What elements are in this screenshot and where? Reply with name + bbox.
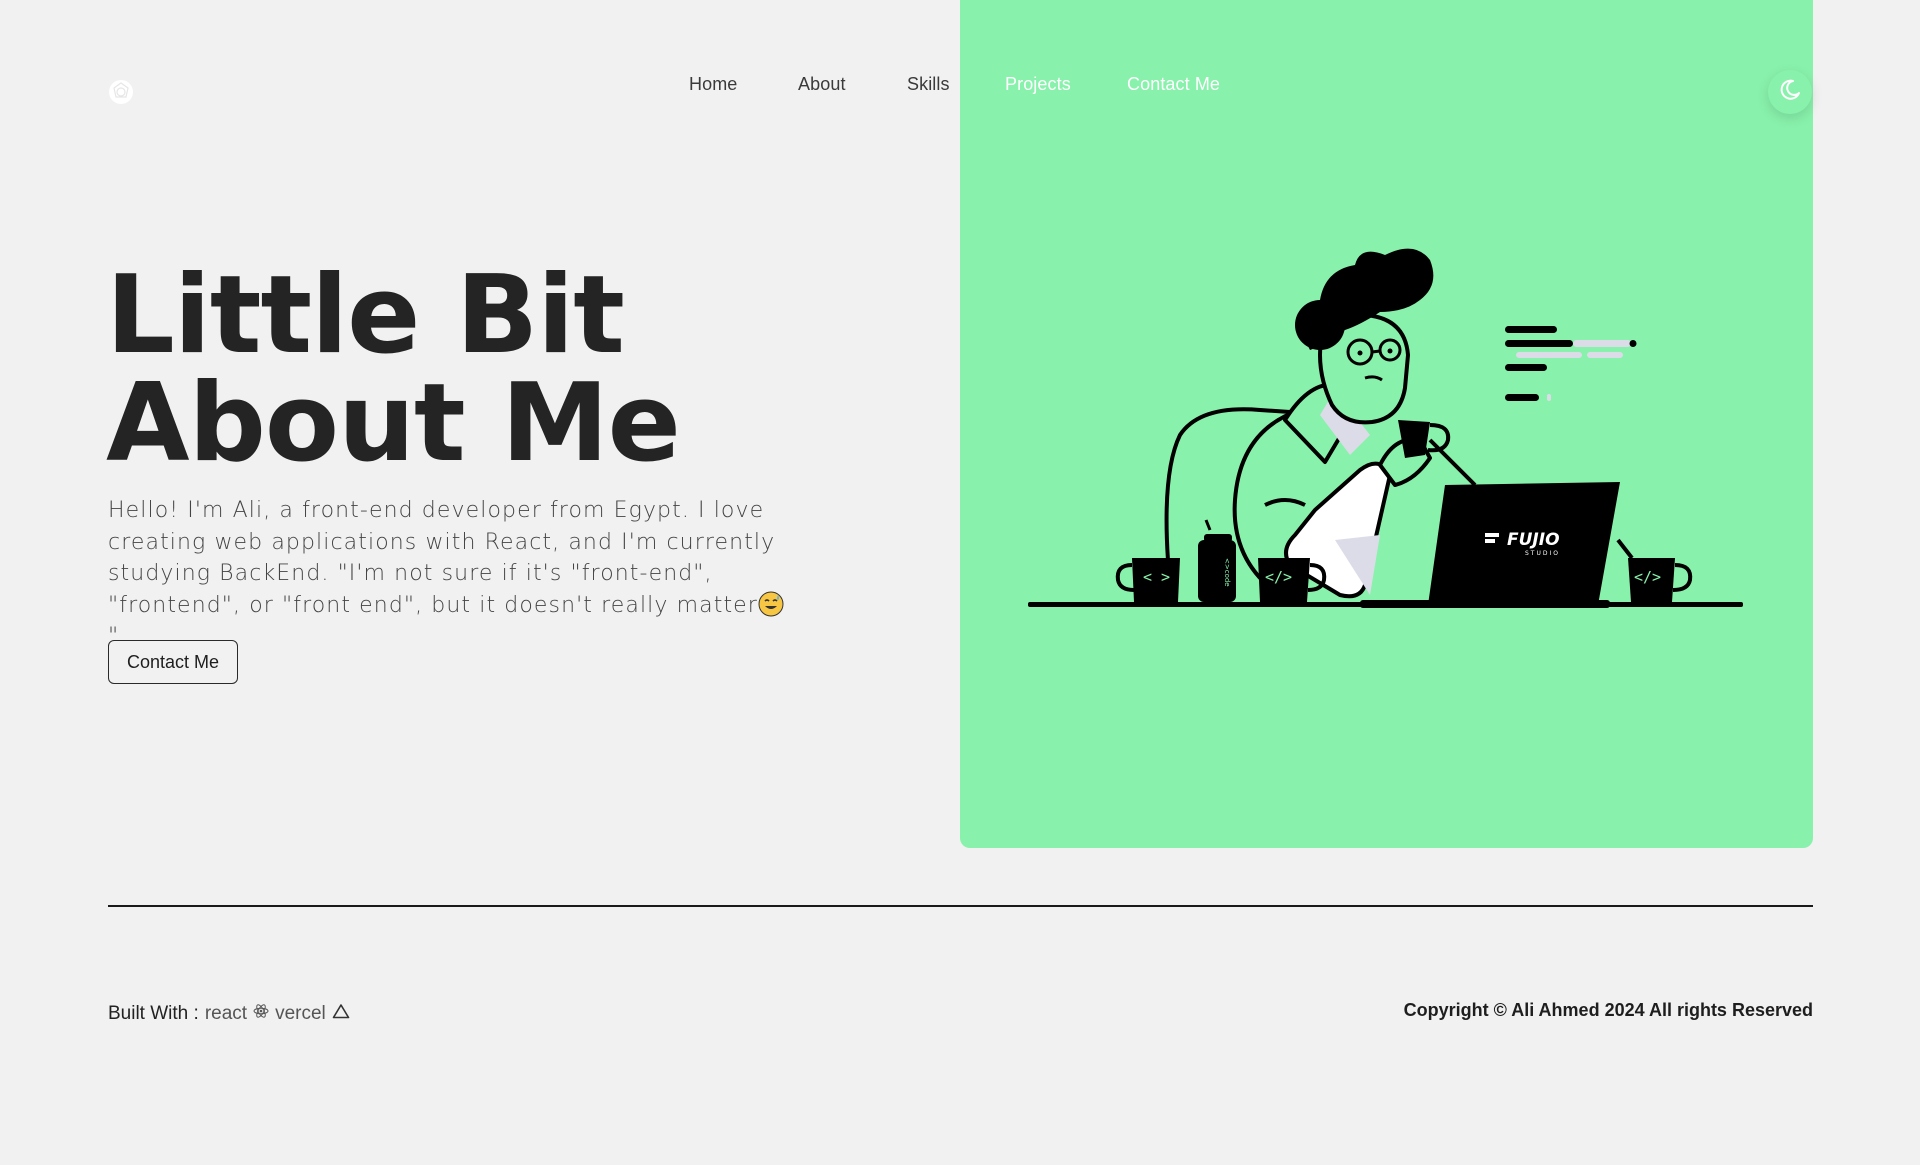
built-with-label: Built With : (108, 1003, 199, 1024)
tech-vercel[interactable]: vercel (275, 1003, 350, 1025)
developer-illustration: FUJIO STUDIO < > <>code </> </> (1028, 248, 1743, 608)
hero-title-line-2: About Me (106, 361, 681, 486)
built-with: Built With : react vercel (108, 1003, 350, 1025)
theme-toggle-button[interactable] (1768, 70, 1812, 114)
tech-react[interactable]: react (205, 1003, 269, 1025)
mug-right-text: </> (1634, 568, 1661, 586)
mug-middle-text: </> (1265, 568, 1292, 586)
code-lines-icon (1505, 326, 1637, 401)
nav-home[interactable]: Home (689, 74, 737, 95)
mug-right-icon: </> (1616, 538, 1693, 602)
sweat-smile-emoji-icon (758, 591, 784, 617)
tech-vercel-label: vercel (275, 1003, 326, 1024)
main-nav: Home About Skills Projects Contact Me (0, 74, 1920, 104)
svg-text:<>code: <>code (1223, 558, 1231, 587)
vercel-triangle-icon (332, 1003, 350, 1025)
moon-icon (1778, 78, 1802, 107)
hero-title: Little Bit About Me (106, 262, 866, 478)
nav-skills[interactable]: Skills (907, 74, 950, 95)
nav-contact[interactable]: Contact Me (1127, 74, 1220, 95)
hero-description-text: Hello! I'm Ali, a front-end developer fr… (108, 498, 776, 618)
nav-about[interactable]: About (798, 74, 846, 95)
react-icon (253, 1003, 269, 1025)
tech-react-label: react (204, 1003, 248, 1024)
hero-title-line-1: Little Bit (106, 253, 625, 378)
laptop-brand-text: FUJIO (1507, 530, 1560, 550)
mug-left-text: < > (1143, 568, 1170, 586)
laptop-sub-text: STUDIO (1525, 550, 1560, 557)
copyright-text: Copyright © Ali Ahmed 2024 All rights Re… (1403, 1000, 1813, 1020)
drink-can-icon: <>code (1198, 519, 1236, 602)
hero-description: Hello! I'm Ali, a front-end developer fr… (108, 495, 788, 653)
mug-left-icon: < > (1115, 558, 1180, 602)
contact-me-button[interactable]: Contact Me (108, 640, 238, 684)
footer-divider (108, 905, 1813, 907)
nav-projects[interactable]: Projects (1005, 74, 1071, 95)
